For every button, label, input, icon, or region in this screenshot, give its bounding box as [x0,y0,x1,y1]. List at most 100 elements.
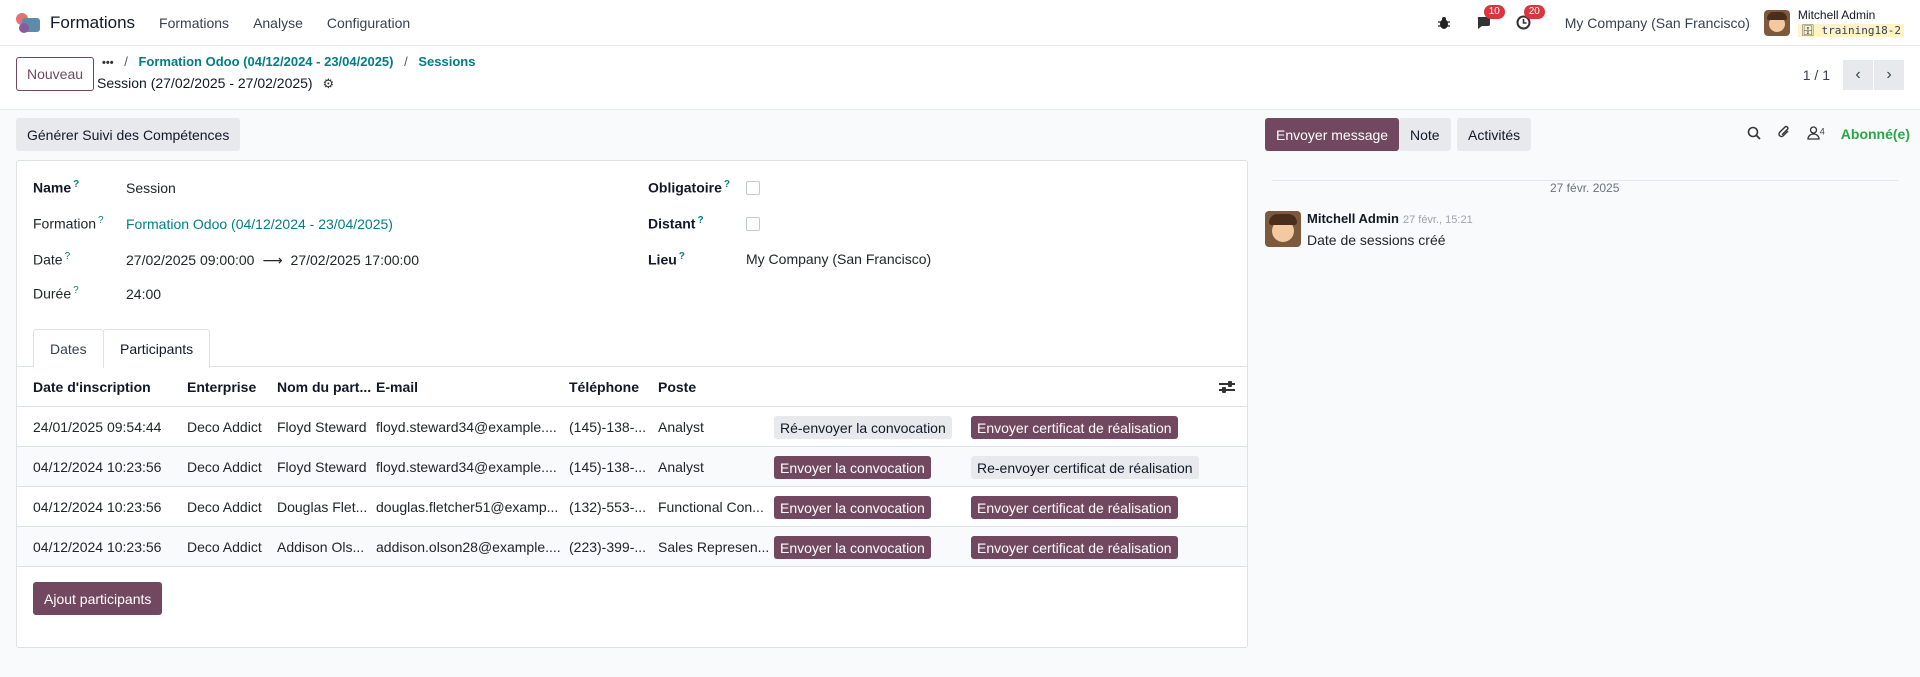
date-end[interactable]: 27/02/2025 17:00:00 [291,252,419,268]
breadcrumb-formation[interactable]: Formation Odoo (04/12/2024 - 23/04/2025) [138,54,393,69]
cell-name[interactable]: Floyd Steward [277,459,372,475]
app-icon[interactable] [16,12,42,33]
cell-enterprise[interactable]: Deco Addict [187,459,272,475]
tab-dates[interactable]: Dates [33,329,104,367]
navbar-systray: 10 20 My Company (San Francisco) Mitchel… [1415,0,1904,45]
message-author-name[interactable]: Mitchell Admin [1307,211,1399,226]
message-body: Date de sessions créé [1307,232,1446,248]
cell-job[interactable]: Analyst [658,459,768,475]
pager-previous-button[interactable]: ‹ [1843,60,1873,90]
date-range-field[interactable]: 27/02/2025 09:00:00 ⟶ 27/02/2025 17:00:00 [126,252,419,269]
send-convocation-button[interactable]: Ré-envoyer la convocation [774,416,952,439]
help-icon[interactable]: ? [697,215,703,226]
help-icon[interactable]: ? [73,179,79,190]
company-switcher[interactable]: My Company (San Francisco) [1565,15,1750,31]
duration-field[interactable]: 24:00 [126,286,161,302]
cell-phone[interactable]: (145)-138-... [569,459,654,475]
add-participants-button[interactable]: Ajout participants [33,582,163,615]
cell-job[interactable]: Analyst [658,419,768,435]
column-header-job[interactable]: Poste [658,379,768,395]
cell-email[interactable]: douglas.fletcher51@examp... [376,499,566,515]
mandatory-checkbox[interactable] [746,181,760,195]
column-header-name[interactable]: Nom du part... [277,379,372,395]
form-sheet: Name? Session Formation? Formation Odoo … [16,160,1248,648]
cell-phone[interactable]: (223)-399-... [569,539,654,555]
gear-icon[interactable]: ⚙︎ [323,76,335,92]
send-certificate-button[interactable]: Envoyer certificat de réalisation [971,496,1178,519]
cell-email[interactable]: floyd.steward34@example.... [376,459,566,475]
column-header-phone[interactable]: Téléphone [569,379,654,395]
cell-enterprise[interactable]: Deco Addict [187,419,272,435]
optional-columns-icon[interactable] [1219,380,1235,394]
activities-button[interactable]: Activités [1457,118,1532,151]
send-convocation-button[interactable]: Envoyer la convocation [774,496,931,519]
tab-participants[interactable]: Participants [103,329,211,368]
cell-phone[interactable]: (132)-553-... [569,499,654,515]
cell-date[interactable]: 04/12/2024 10:23:56 [33,499,183,515]
cell-email[interactable]: addison.olson28@example.... [376,539,566,555]
chatter-topbar-icons: 4 Abonné(e) [1731,125,1910,143]
send-convocation-button[interactable]: Envoyer la convocation [774,456,931,479]
pager-value[interactable]: 1 / 1 [1803,67,1830,83]
place-field[interactable]: My Company (San Francisco) [746,251,931,267]
log-note-button[interactable]: Note [1399,118,1451,151]
cell-date[interactable]: 04/12/2024 10:23:56 [33,459,183,475]
formation-field[interactable]: Formation Odoo (04/12/2024 - 23/04/2025) [126,216,393,232]
cell-date[interactable]: 04/12/2024 10:23:56 [33,539,183,555]
app-name[interactable]: Formations [50,13,135,33]
send-certificate-button[interactable]: Re-envoyer certificat de réalisation [971,456,1199,479]
cell-email[interactable]: floyd.steward34@example.... [376,419,566,435]
cell-enterprise[interactable]: Deco Addict [187,539,272,555]
duration-label: Durée? [33,285,79,302]
breadcrumb-separator: / [124,54,128,69]
table-row[interactable]: 04/12/2024 10:23:56 Deco Addict Addison Ol… [17,527,1247,567]
message-author-avatar[interactable] [1265,211,1301,247]
paperclip-icon[interactable] [1777,125,1791,143]
menu-formations[interactable]: Formations [159,15,229,31]
send-convocation-button[interactable]: Envoyer la convocation [774,536,931,559]
activities-clock-icon[interactable]: 20 [1513,4,1545,34]
table-row[interactable]: 04/12/2024 10:23:56 Deco Addict Douglas Fl… [17,487,1247,527]
cell-name[interactable]: Douglas Flet... [277,499,372,515]
cell-date[interactable]: 24/01/2025 09:54:44 [33,419,183,435]
database-name: 🗄︎ training18-2 [1797,23,1904,37]
search-icon[interactable] [1747,126,1761,143]
menu-configuration[interactable]: Configuration [327,15,410,31]
help-icon[interactable]: ? [724,179,730,190]
new-button[interactable]: Nouveau [16,57,95,91]
cell-name[interactable]: Floyd Steward [277,419,372,435]
generate-skills-button[interactable]: Générer Suivi des Compétences [16,118,241,151]
menu-analyse[interactable]: Analyse [253,15,303,31]
breadcrumb-more-icon[interactable]: ••• [102,57,114,69]
breadcrumb-sessions[interactable]: Sessions [418,54,475,69]
cell-job[interactable]: Functional Con... [658,499,768,515]
table-row[interactable]: 04/12/2024 10:23:56 Deco Addict Floyd Stew… [17,447,1247,487]
pager-next-button[interactable]: › [1874,60,1904,90]
control-panel: Nouveau ••• / Formation Odoo (04/12/2024… [0,46,1920,110]
name-field[interactable]: Session [126,180,176,196]
send-certificate-button[interactable]: Envoyer certificat de réalisation [971,536,1178,559]
bug-icon[interactable] [1433,12,1455,34]
column-header-enterprise[interactable]: Enterprise [187,379,272,395]
help-icon[interactable]: ? [98,215,104,226]
help-icon[interactable]: ? [73,285,79,296]
cell-phone[interactable]: (145)-138-... [569,419,654,435]
table-row[interactable]: 24/01/2025 09:54:44 Deco Addict Floyd Stew… [17,407,1247,447]
follow-button[interactable]: Abonné(e) [1841,126,1910,142]
send-message-button[interactable]: Envoyer message [1265,118,1400,151]
date-start[interactable]: 27/02/2025 09:00:00 [126,252,254,268]
user-avatar[interactable] [1763,9,1790,36]
send-certificate-button[interactable]: Envoyer certificat de réalisation [971,416,1178,439]
remote-checkbox[interactable] [746,217,760,231]
messages-icon[interactable]: 10 [1473,4,1505,34]
cell-name[interactable]: Addison Ols... [277,539,372,555]
table-header: Date d'inscription Enterprise Nom du par… [17,367,1247,407]
help-icon[interactable]: ? [679,251,685,262]
help-icon[interactable]: ? [65,251,71,262]
user-menu[interactable]: Mitchell Admin 🗄︎ training18-2 [1797,8,1904,38]
column-header-email[interactable]: E-mail [376,379,566,395]
column-header-date[interactable]: Date d'inscription [33,379,183,395]
cell-job[interactable]: Sales Represen... [658,539,768,555]
followers-icon[interactable]: 4 [1807,126,1825,143]
cell-enterprise[interactable]: Deco Addict [187,499,272,515]
